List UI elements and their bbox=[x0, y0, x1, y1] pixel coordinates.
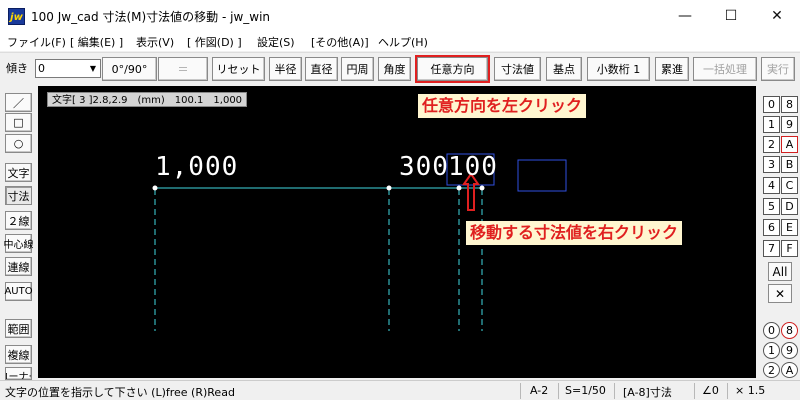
layer-button-3[interactable]: 3 bbox=[763, 156, 780, 173]
status-divider bbox=[520, 383, 521, 399]
status-layer[interactable]: A-2 bbox=[530, 384, 548, 397]
range-tool-button[interactable]: 範囲 bbox=[5, 319, 32, 338]
angle-label: 傾き bbox=[6, 62, 28, 75]
menu-help[interactable]: ヘルプ(H) bbox=[378, 34, 428, 50]
status-divider bbox=[614, 383, 615, 399]
left-tool-palette: ／ □ ○ 文字 寸法 ２線 中心線 連線 AUTO 範囲 複線 コーナー bbox=[0, 90, 38, 380]
layer-group-button-2[interactable]: 2 bbox=[763, 362, 780, 378]
base-point-button[interactable]: 基点 bbox=[546, 57, 582, 81]
auto-mode-button[interactable]: AUTO bbox=[4, 282, 33, 301]
layer-button-C[interactable]: C bbox=[781, 177, 798, 194]
text-tool-button[interactable]: 文字 bbox=[5, 163, 32, 182]
maximize-button[interactable]: ☐ bbox=[708, 0, 754, 31]
callout-right-click: 移動する寸法値を右クリック bbox=[466, 221, 683, 245]
dimension-point-3 bbox=[456, 185, 462, 191]
dimension-point-4 bbox=[479, 185, 485, 191]
layer-button-A[interactable]: A bbox=[781, 136, 798, 153]
status-divider bbox=[694, 383, 695, 399]
layer-group-button-A[interactable]: A bbox=[781, 362, 798, 378]
layer-group-button-8[interactable]: 8 bbox=[781, 322, 798, 339]
title-bar: jw 100 Jw_cad 寸法(M)寸法値の移動 - jw_win — ☐ ✕ bbox=[0, 0, 800, 31]
menu-file[interactable]: ファイル(F) bbox=[7, 34, 66, 50]
layer-group-button-9[interactable]: 9 bbox=[781, 342, 798, 359]
reset-button[interactable]: リセット bbox=[212, 57, 265, 81]
layer-button-E[interactable]: E bbox=[781, 219, 798, 236]
status-bar: 文字の位置を指示して下さい (L)free (R)Read A-2 S=1/50… bbox=[0, 380, 800, 400]
dimension-text-1000[interactable]: 1,000 bbox=[155, 152, 238, 182]
text-preview-box bbox=[517, 159, 567, 192]
diameter-button[interactable]: 直径 bbox=[305, 57, 338, 81]
status-scale[interactable]: S=1/50 bbox=[565, 384, 606, 397]
double-line-tool-button[interactable]: ２線 bbox=[5, 211, 32, 230]
callout-left-click: 任意方向を左クリック bbox=[418, 94, 587, 118]
angle-input[interactable]: 0 ▼ bbox=[35, 59, 101, 78]
layer-group-button-0[interactable]: 0 bbox=[763, 322, 780, 339]
line-tool-button[interactable]: ／ bbox=[5, 93, 32, 112]
menu-other[interactable]: [その他(A)] bbox=[311, 34, 369, 50]
dimension-point-2 bbox=[386, 185, 392, 191]
layer-button-2[interactable]: 2 bbox=[763, 136, 780, 153]
status-angle[interactable]: ∠0 bbox=[702, 384, 719, 397]
dimension-point-1 bbox=[152, 185, 158, 191]
layer-button-1[interactable]: 1 bbox=[763, 116, 780, 133]
decimal-places-button[interactable]: 小数桁 1 bbox=[587, 57, 650, 81]
chevron-down-icon[interactable]: ▼ bbox=[86, 60, 100, 77]
layer-button-D[interactable]: D bbox=[781, 198, 798, 215]
layer-button-8[interactable]: 8 bbox=[781, 96, 798, 113]
close-icon[interactable]: ✕ bbox=[768, 284, 792, 303]
layer-button-0[interactable]: 0 bbox=[763, 96, 780, 113]
angle-button[interactable]: 角度 bbox=[378, 57, 411, 81]
toolbar: 0°/90° ＝ リセット 半径 直径 円周 角度 任意方向 寸法値 基点 小数… bbox=[0, 52, 800, 83]
circumference-button[interactable]: 円周 bbox=[341, 57, 374, 81]
layer-button-9[interactable]: 9 bbox=[781, 116, 798, 133]
layer-button-6[interactable]: 6 bbox=[763, 219, 780, 236]
angle-value: 0 bbox=[38, 62, 45, 75]
batch-process-button[interactable]: 一括処理 bbox=[693, 57, 757, 81]
dimension-value-button[interactable]: 寸法値 bbox=[494, 57, 541, 81]
layer-button-F[interactable]: F bbox=[781, 240, 798, 257]
jwcad-window: jw 100 Jw_cad 寸法(M)寸法値の移動 - jw_win — ☐ ✕… bbox=[0, 0, 800, 400]
cumulative-button[interactable]: 累進 bbox=[655, 57, 689, 81]
minimize-button[interactable]: — bbox=[662, 0, 708, 31]
menu-bar: ファイル(F) [ 編集(E) ] 表示(V) [ 作図(D) ] 設定(S) … bbox=[0, 31, 800, 51]
coordinate-readout: 文字[ 3 ]2.8,2.9 (mm) 100.1 1,000 bbox=[47, 92, 248, 107]
status-current-layer[interactable]: [A-8]寸法 bbox=[623, 384, 672, 400]
right-layer-palette: 0 8 1 9 2 A 3 B 4 C 5 D 6 E 7 F All ✕ 0 … bbox=[757, 86, 800, 380]
drawing-canvas[interactable]: 文字[ 3 ]2.8,2.9 (mm) 100.1 1,000 任意方向を左クリ… bbox=[38, 86, 756, 378]
layer-button-B[interactable]: B bbox=[781, 156, 798, 173]
menu-draw[interactable]: [ 作図(D) ] bbox=[187, 34, 242, 50]
menu-view[interactable]: 表示(V) bbox=[136, 34, 174, 50]
app-icon: jw bbox=[8, 8, 25, 25]
dimension-text-300[interactable]: 300 bbox=[399, 152, 449, 182]
status-prompt: 文字の位置を指示して下さい (L)free (R)Read bbox=[5, 386, 235, 399]
all-layers-button[interactable]: All bbox=[768, 262, 792, 281]
circle-tool-button[interactable]: ○ bbox=[5, 134, 32, 153]
layer-group-button-1[interactable]: 1 bbox=[763, 342, 780, 359]
dimension-text-100[interactable]: 100 bbox=[448, 152, 498, 182]
menu-settings[interactable]: 設定(S) bbox=[257, 34, 295, 50]
center-line-tool-button[interactable]: 中心線 bbox=[4, 234, 34, 253]
rectangle-tool-button[interactable]: □ bbox=[5, 113, 32, 132]
layer-button-4[interactable]: 4 bbox=[763, 177, 780, 194]
parallel-line-tool-button[interactable]: 複線 bbox=[5, 345, 32, 364]
equal-button[interactable]: ＝ bbox=[158, 57, 208, 81]
arbitrary-direction-button[interactable]: 任意方向 bbox=[415, 55, 490, 83]
status-divider bbox=[727, 383, 728, 399]
window-title: 100 Jw_cad 寸法(M)寸法値の移動 - jw_win bbox=[31, 10, 271, 24]
layer-button-5[interactable]: 5 bbox=[763, 198, 780, 215]
status-zoom[interactable]: × 1.5 bbox=[735, 384, 765, 397]
dimension-tool-button[interactable]: 寸法 bbox=[5, 186, 32, 205]
layer-button-7[interactable]: 7 bbox=[763, 240, 780, 257]
continuous-line-tool-button[interactable]: 連線 bbox=[5, 257, 32, 276]
corner-tool-button[interactable]: コーナー bbox=[5, 367, 32, 380]
menu-edit[interactable]: [ 編集(E) ] bbox=[70, 34, 123, 50]
close-button[interactable]: ✕ bbox=[754, 0, 800, 31]
status-divider bbox=[558, 383, 559, 399]
execute-button[interactable]: 実行 bbox=[761, 57, 795, 81]
radius-button[interactable]: 半径 bbox=[269, 57, 302, 81]
angle-90-button[interactable]: 0°/90° bbox=[102, 57, 157, 81]
